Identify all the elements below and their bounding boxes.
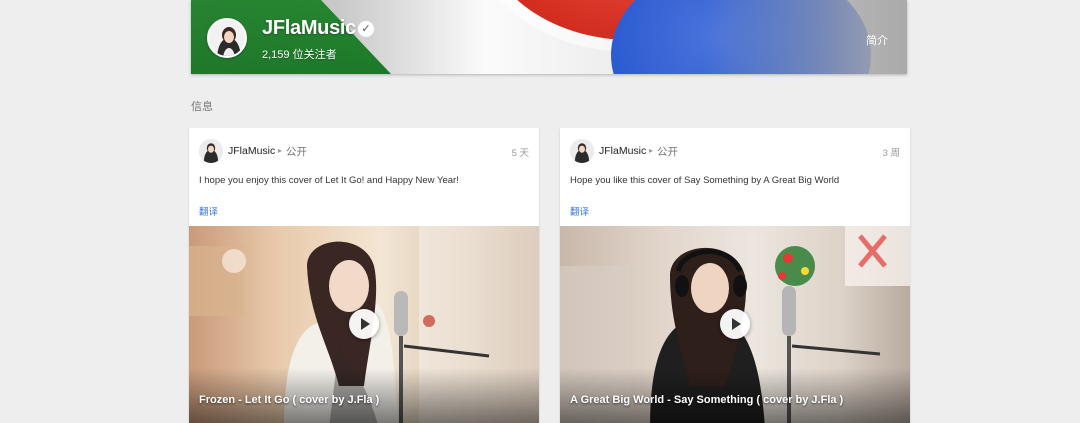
post-author[interactable]: JFlaMusic xyxy=(228,145,275,157)
post-card: JFlaMusic ▸ 公开 3 周 Hope you like this co… xyxy=(560,128,910,423)
translate-link[interactable]: 翻译 xyxy=(570,204,589,218)
arrow-right-icon: ▸ xyxy=(278,146,283,155)
channel-name[interactable]: JFlaMusic xyxy=(262,17,356,40)
post-avatar[interactable] xyxy=(199,139,223,163)
video-thumbnail[interactable]: Frozen - Let It Go ( cover by J.Fla ) xyxy=(189,226,539,423)
play-icon[interactable] xyxy=(720,309,750,339)
post-card: JFlaMusic ▸ 公开 5 天 I hope you enjoy this… xyxy=(189,128,539,423)
about-link[interactable]: 简介 xyxy=(866,32,888,48)
post-avatar[interactable] xyxy=(570,139,594,163)
avatar-image xyxy=(570,139,594,163)
post-visibility[interactable]: 公开 xyxy=(657,144,678,159)
translate-link[interactable]: 翻译 xyxy=(199,204,218,218)
verified-check-icon: ✓ xyxy=(358,21,374,37)
post-visibility[interactable]: 公开 xyxy=(286,144,307,159)
arrow-right-icon: ▸ xyxy=(649,146,654,155)
channel-avatar[interactable] xyxy=(207,18,247,58)
post-time[interactable]: 3 周 xyxy=(883,145,900,159)
post-time[interactable]: 5 天 xyxy=(512,145,529,159)
section-label: 信息 xyxy=(191,101,213,113)
post-author[interactable]: JFlaMusic xyxy=(599,145,646,157)
video-title[interactable]: Frozen - Let It Go ( cover by J.Fla ) xyxy=(199,394,379,406)
play-icon[interactable] xyxy=(349,309,379,339)
follower-count: 2,159 位关注者 xyxy=(262,49,337,61)
post-text: Hope you like this cover of Say Somethin… xyxy=(570,175,840,186)
avatar-image xyxy=(199,139,223,163)
post-text: I hope you enjoy this cover of Let It Go… xyxy=(199,175,459,186)
video-thumbnail[interactable]: A Great Big World - Say Something ( cove… xyxy=(560,226,910,423)
video-title[interactable]: A Great Big World - Say Something ( cove… xyxy=(570,394,843,406)
